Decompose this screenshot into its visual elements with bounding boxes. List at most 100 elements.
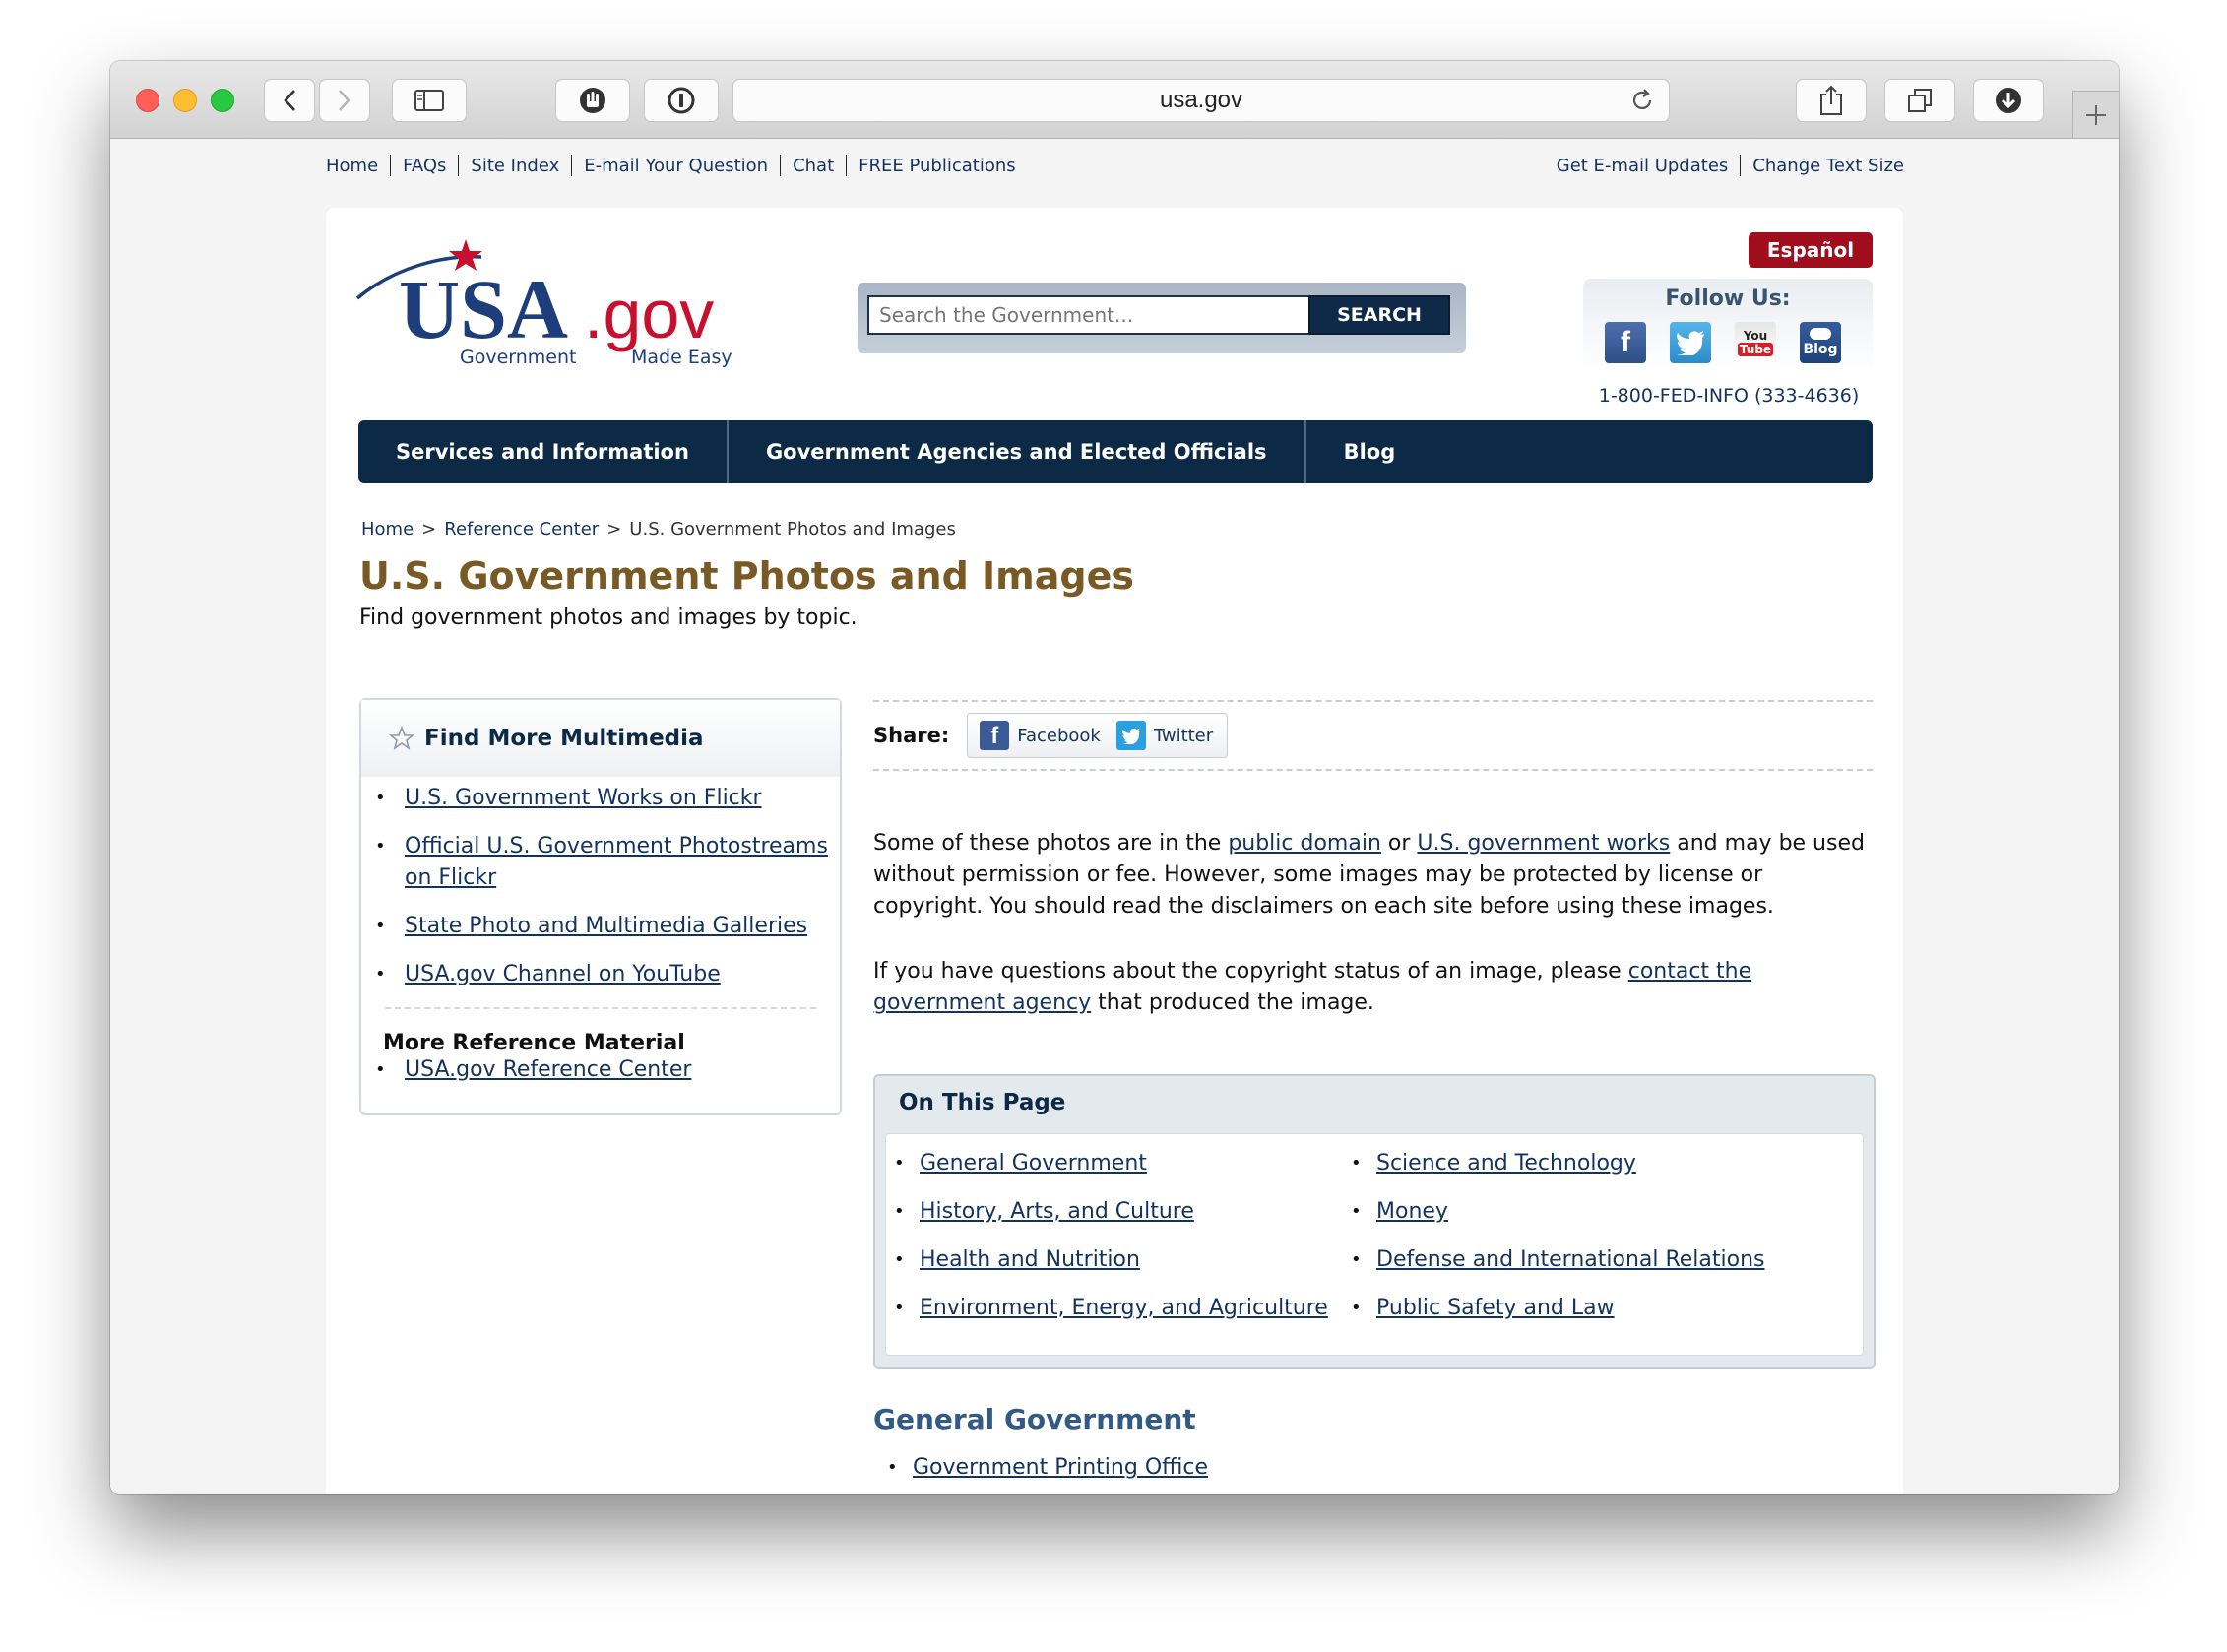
back-button[interactable] (264, 79, 315, 122)
reload-icon[interactable] (1629, 88, 1655, 113)
anchor-public-safety[interactable]: Public Safety and Law (1376, 1293, 1615, 1324)
new-tab-button[interactable] (2072, 91, 2119, 138)
util-link-chat[interactable]: Chat (793, 156, 834, 176)
anchor-money[interactable]: Money (1376, 1196, 1448, 1228)
follow-us-box: Follow Us: f You Tube Blog (1583, 279, 1873, 373)
link-government-works[interactable]: U.S. government works (1417, 831, 1670, 856)
hand-stop-icon (580, 88, 605, 113)
share-page-button[interactable] (1796, 79, 1867, 122)
bullet: • (375, 788, 386, 808)
logo-gov-text: .gov (584, 276, 714, 352)
bullet: • (894, 1153, 905, 1174)
blog-icon[interactable]: Blog (1800, 322, 1841, 363)
link-gpo[interactable]: Government Printing Office (913, 1452, 1208, 1484)
share-twitter-label: Twitter (1153, 725, 1214, 746)
on-this-page-title: On This Page (899, 1090, 1066, 1115)
bullet: • (1351, 1298, 1362, 1318)
breadcrumb-reference-center[interactable]: Reference Center (444, 519, 599, 540)
list-item: • Science and Technology (1351, 1148, 1765, 1179)
util-link-site-index[interactable]: Site Index (471, 156, 559, 176)
minimize-window-button[interactable] (173, 89, 197, 112)
share-bar: Share: f Facebook Twitter (873, 700, 1873, 771)
browser-toolbar: usa.gov (110, 61, 2119, 139)
link-state-galleries[interactable]: State Photo and Multimedia Galleries (405, 911, 807, 942)
search-button[interactable]: SEARCH (1308, 295, 1450, 335)
browser-window: usa.gov Home FAQs Site Index E-mail Your… (110, 61, 2119, 1494)
text: If you have questions about the copyrigh… (873, 959, 1628, 984)
util-link-text-size[interactable]: Change Text Size (1752, 156, 1904, 176)
extension-button[interactable] (644, 79, 719, 122)
link-flickr-works[interactable]: U.S. Government Works on Flickr (405, 783, 762, 814)
anchor-defense[interactable]: Defense and International Relations (1376, 1244, 1765, 1276)
search-box: SEARCH (858, 283, 1466, 353)
page-title: U.S. Government Photos and Images (359, 554, 1134, 598)
util-link-free-publications[interactable]: FREE Publications (859, 156, 1016, 176)
share-facebook-button[interactable]: f Facebook (980, 721, 1101, 750)
speech-bubble-icon (1810, 328, 1831, 340)
list-item: • Government Printing Office (887, 1452, 1208, 1484)
nav-services-information[interactable]: Services and Information (358, 420, 729, 483)
twitter-icon[interactable] (1670, 322, 1711, 363)
link-youtube-channel[interactable]: USA.gov Channel on YouTube (405, 959, 721, 990)
close-window-button[interactable] (136, 89, 159, 112)
nav-agencies-officials[interactable]: Government Agencies and Elected Official… (729, 420, 1306, 483)
link-public-domain[interactable]: public domain (1228, 831, 1381, 856)
forward-button[interactable] (319, 79, 370, 122)
page-card: USA .gov Government Made Easy SEARCH Esp… (326, 208, 1903, 1494)
copyright-paragraph: Some of these photos are in the public d… (873, 828, 1868, 922)
sidebar-multimedia: Find More Multimedia • U.S. Government Wo… (359, 698, 842, 1115)
anchor-environment[interactable]: Environment, Energy, and Agriculture (920, 1293, 1328, 1324)
separator (458, 155, 460, 176)
anchor-history-arts[interactable]: History, Arts, and Culture (920, 1196, 1194, 1228)
youtube-you-text: You (1743, 328, 1768, 343)
share-twitter-button[interactable]: Twitter (1115, 721, 1214, 750)
link-reference-center[interactable]: USA.gov Reference Center (405, 1055, 691, 1085)
nav-blog[interactable]: Blog (1306, 420, 1433, 483)
general-government-list: • Government Printing Office (887, 1452, 1208, 1484)
youtube-icon[interactable]: You Tube (1735, 322, 1776, 363)
sidebar-toggle-button[interactable] (392, 79, 467, 122)
search-input[interactable] (867, 295, 1310, 335)
section-heading-general-government: General Government (873, 1403, 1196, 1435)
address-bar[interactable]: usa.gov (732, 79, 1670, 122)
espanol-button[interactable]: Español (1749, 232, 1873, 268)
page-subtitle: Find government photos and images by top… (359, 605, 858, 630)
zoom-window-button[interactable] (211, 89, 234, 112)
plus-icon (2086, 104, 2106, 125)
on-this-page-links: • General Government • History, Arts, and … (885, 1133, 1864, 1356)
bullet: • (1351, 1201, 1362, 1222)
on-this-page-box: On This Page • General Government • Histor… (873, 1074, 1876, 1369)
on-this-page-column-1: • General Government • History, Arts, and … (894, 1148, 1328, 1341)
tabs-icon (1908, 89, 1932, 112)
util-link-email-updates[interactable]: Get E-mail Updates (1557, 156, 1729, 176)
sidebar-icon (414, 90, 444, 111)
bullet: • (375, 1059, 386, 1080)
share-label: Share: (873, 724, 950, 747)
facebook-icon[interactable]: f (1605, 322, 1646, 363)
util-link-faqs[interactable]: FAQs (403, 156, 446, 176)
anchor-health-nutrition[interactable]: Health and Nutrition (920, 1244, 1140, 1276)
usagov-logo[interactable]: USA .gov Government Made Easy (355, 237, 769, 375)
share-icon (1820, 85, 1842, 115)
privacy-extension-button[interactable] (555, 79, 630, 122)
more-reference-heading: More Reference Material (383, 1031, 685, 1055)
facebook-glyph: f (1621, 326, 1630, 358)
on-this-page-column-2: • Science and Technology • Money • Defense … (1351, 1148, 1765, 1341)
page-viewport: Home FAQs Site Index E-mail Your Questio… (110, 139, 2119, 1494)
list-item: • Money (1351, 1196, 1765, 1228)
star-outline-icon (389, 726, 414, 750)
downloads-button[interactable] (1973, 79, 2044, 122)
list-item: • Environment, Energy, and Agriculture (894, 1293, 1328, 1324)
util-link-home[interactable]: Home (326, 156, 378, 176)
breadcrumb-home[interactable]: Home (361, 519, 414, 540)
logo-tagline-made-easy: Made Easy (631, 347, 732, 368)
more-reference-list: • USA.gov Reference Center (361, 1055, 840, 1085)
anchor-general-government[interactable]: General Government (920, 1148, 1147, 1179)
sidebar-heading: Find More Multimedia (424, 726, 704, 751)
tab-overview-button[interactable] (1884, 79, 1955, 122)
twitter-bird-icon (1677, 331, 1704, 355)
anchor-science-technology[interactable]: Science and Technology (1376, 1148, 1636, 1179)
util-link-email-question[interactable]: E-mail Your Question (584, 156, 768, 176)
link-flickr-photostreams[interactable]: Official U.S. Government Photostreams on… (405, 831, 830, 894)
share-buttons: f Facebook Twitter (967, 713, 1229, 758)
